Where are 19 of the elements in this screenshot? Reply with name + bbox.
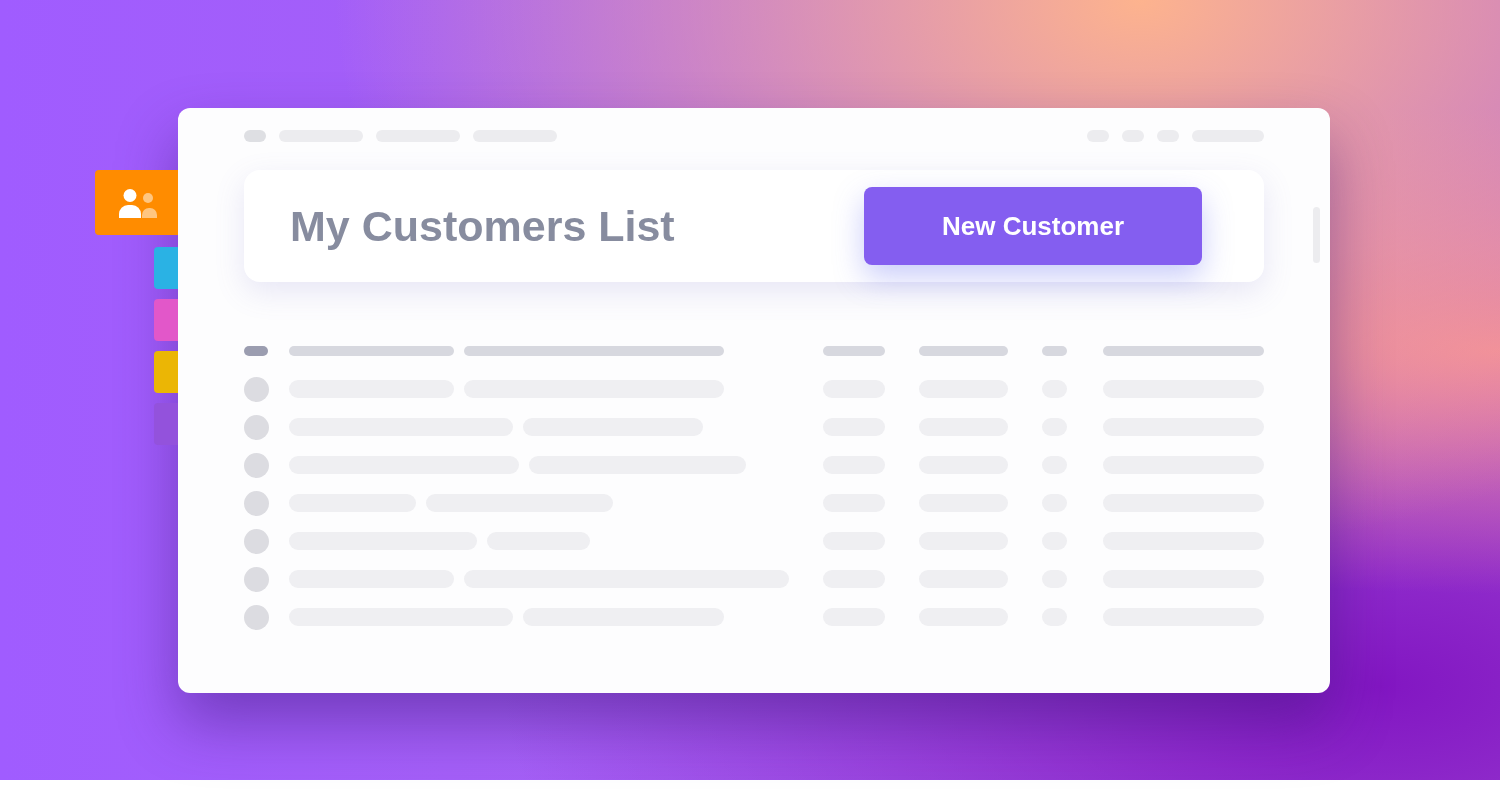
avatar-placeholder [244, 452, 269, 478]
side-tab[interactable] [154, 247, 178, 289]
avatar-placeholder [244, 566, 269, 592]
avatar-placeholder [244, 604, 269, 630]
placeholder-bar [244, 130, 266, 142]
avatar-placeholder [244, 414, 269, 440]
avatar-placeholder [244, 490, 269, 516]
placeholder-bar [1042, 346, 1067, 356]
new-customer-button[interactable]: New Customer [864, 187, 1202, 265]
page-title: My Customers List [290, 200, 675, 252]
side-tab[interactable] [154, 299, 178, 341]
users-icon [118, 187, 158, 218]
avatar-placeholder [244, 376, 269, 402]
side-tab[interactable] [154, 351, 178, 393]
placeholder-bar [823, 346, 885, 356]
side-tab[interactable] [154, 403, 178, 445]
avatar-placeholder [244, 528, 269, 554]
side-tab[interactable] [95, 170, 178, 235]
placeholder-bar [244, 346, 268, 356]
